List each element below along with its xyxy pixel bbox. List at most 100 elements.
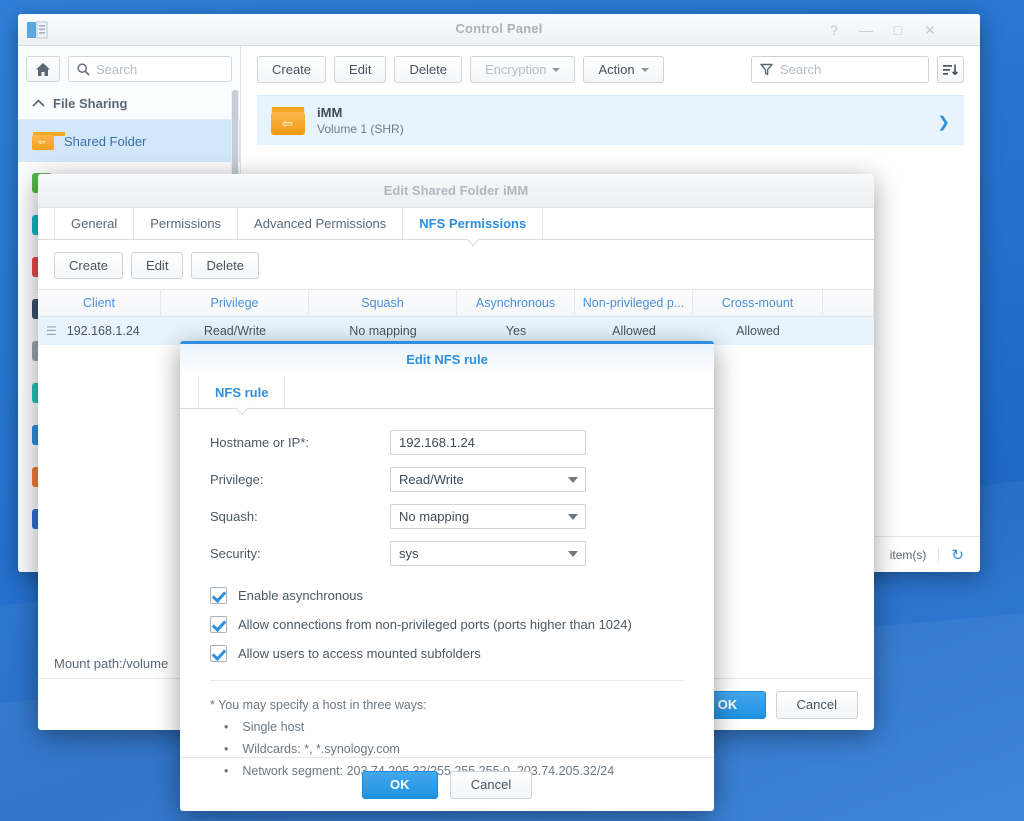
bullet-icon: • — [224, 719, 229, 734]
field-security: Security: sys — [210, 538, 684, 569]
checkbox-allow-non-privileged-ports[interactable]: Allow connections from non-privileged po… — [210, 610, 684, 639]
checkbox-label: Enable asynchronous — [238, 588, 364, 603]
minimize-button[interactable]: — — [856, 20, 876, 40]
edit-nfs-rule-titlebar[interactable]: Edit NFS rule — [180, 344, 714, 377]
column-header-non-privileged-ports[interactable]: Non-privileged p... — [575, 290, 693, 316]
shared-folder-icon: ⇦ — [271, 106, 305, 135]
item-count-label: item(s) — [889, 547, 927, 562]
edit-button[interactable]: Edit — [334, 56, 387, 83]
folder-text-block: iMM Volume 1 (SHR) — [317, 105, 404, 136]
field-security-label: Security: — [210, 546, 261, 561]
field-hostname-or-ip: Hostname or IP*: 192.168.1.24 — [210, 427, 684, 458]
edit-shared-folder-tabs: General Permissions Advanced Permissions… — [38, 208, 874, 240]
checkbox-enable-asynchronous[interactable]: Enable asynchronous — [210, 581, 684, 610]
chevron-down-icon[interactable]: ❯ — [937, 113, 950, 131]
tab-advanced-permissions[interactable]: Advanced Permissions — [238, 208, 404, 239]
maximize-button[interactable]: □ — [888, 20, 908, 40]
sidebar-search-bar: Search — [18, 46, 240, 90]
checkbox-label: Allow users to access mounted subfolders — [238, 646, 481, 661]
edit-nfs-rule-footer: OK Cancel — [180, 757, 714, 811]
nfs-rules-table: Client Privilege Squash Asynchronous Non… — [38, 289, 874, 345]
encryption-label: Encryption — [485, 62, 547, 77]
edit-nfs-rule-title: Edit NFS rule — [406, 352, 488, 367]
field-squash-label: Squash: — [210, 509, 258, 524]
checkbox-allow-mounted-subfolders[interactable]: Allow users to access mounted subfolders — [210, 639, 684, 668]
folder-name: iMM — [317, 105, 343, 120]
esf-cancel-button[interactable]: Cancel — [775, 690, 858, 719]
filter-icon — [760, 63, 773, 76]
squash-select[interactable]: No mapping — [390, 504, 586, 529]
chevron-down-icon — [568, 513, 578, 520]
shared-folder-toolbar: Create Edit Delete Encryption Action Sea… — [241, 46, 980, 91]
search-icon — [77, 62, 90, 76]
close-button[interactable]: ✕ — [920, 20, 940, 40]
nfs-create-button[interactable]: Create — [54, 252, 124, 279]
drag-handle-icon[interactable]: ☰ — [46, 317, 57, 345]
sidebar-item-label: Shared Folder — [64, 133, 147, 149]
field-squash: Squash: No mapping — [210, 501, 684, 532]
sidebar-section-file-sharing[interactable]: File Sharing — [18, 90, 240, 120]
chevron-down-icon — [640, 67, 649, 72]
cell-filler — [823, 317, 874, 345]
edit-nfs-rule-tabs: NFS rule — [180, 377, 714, 409]
chevron-down-icon — [568, 476, 578, 483]
security-select[interactable]: sys — [390, 541, 586, 566]
home-button[interactable] — [26, 56, 60, 82]
edit-nfs-rule-dialog: Edit NFS rule NFS rule Hostname or IP*: … — [180, 341, 714, 811]
delete-button[interactable]: Delete — [394, 56, 463, 83]
encryption-menu-button[interactable]: Encryption — [470, 56, 576, 83]
tab-general[interactable]: General — [54, 208, 135, 239]
nfs-edit-button[interactable]: Edit — [131, 252, 184, 279]
tab-nfs-permissions[interactable]: NFS Permissions — [403, 208, 544, 239]
folder-volume: Volume 1 (SHR) — [317, 122, 404, 136]
create-button[interactable]: Create — [257, 56, 327, 83]
sidebar-item-shared-folder[interactable]: ⇦ Shared Folder — [18, 120, 240, 162]
sort-descending-icon — [943, 64, 958, 75]
column-header-filler — [823, 290, 874, 316]
squash-value: No mapping — [399, 509, 470, 524]
nfs-table-header: Client Privilege Squash Asynchronous Non… — [38, 289, 874, 317]
home-icon — [36, 62, 50, 76]
privilege-value: Read/Write — [399, 472, 464, 487]
chevron-down-icon — [552, 67, 561, 72]
tab-nfs-rule[interactable]: NFS rule — [198, 377, 286, 408]
sort-button[interactable] — [937, 56, 964, 83]
column-header-cross-mount[interactable]: Cross-mount — [693, 290, 823, 316]
folder-search-placeholder: Search — [780, 62, 822, 77]
statusbar-divider — [938, 546, 940, 563]
sidebar-search-input[interactable]: Search — [68, 56, 232, 82]
folder-search-input[interactable]: Search — [751, 56, 929, 83]
field-privilege-label: Privilege: — [210, 472, 264, 487]
nfs-rule-form: Hostname or IP*: 192.168.1.24 Privilege:… — [180, 409, 714, 668]
refresh-icon[interactable]: ↻ — [951, 546, 964, 564]
nfs-delete-button[interactable]: Delete — [191, 252, 260, 279]
checkbox-label: Allow connections from non-privileged po… — [238, 617, 632, 632]
checkbox-icon[interactable] — [210, 587, 227, 604]
column-header-client[interactable]: Client — [38, 290, 161, 316]
nfs-cancel-button[interactable]: Cancel — [449, 770, 533, 799]
hostname-input[interactable]: 192.168.1.24 — [390, 430, 586, 455]
column-header-privilege[interactable]: Privilege — [161, 290, 309, 316]
column-header-asynchronous[interactable]: Asynchronous — [457, 290, 575, 316]
sidebar-section-label: File Sharing — [53, 96, 128, 111]
checkbox-icon[interactable] — [210, 645, 227, 662]
tab-permissions[interactable]: Permissions — [134, 208, 239, 239]
control-panel-titlebar[interactable]: Control Panel ? — □ ✕ — [18, 14, 980, 46]
column-header-squash[interactable]: Squash — [309, 290, 457, 316]
list-item: • Single host — [210, 717, 684, 739]
form-gap — [210, 569, 684, 581]
nfs-ok-button[interactable]: OK — [361, 770, 438, 799]
edit-shared-folder-title: Edit Shared Folder iMM — [383, 183, 529, 198]
checkbox-icon[interactable] — [210, 616, 227, 633]
action-label: Action — [598, 62, 635, 77]
note-heading: * You may specify a host in three ways: — [210, 698, 427, 712]
note-bullet-text: Single host — [242, 719, 305, 734]
privilege-select[interactable]: Read/Write — [390, 467, 586, 492]
shared-folder-list-item[interactable]: ⇦ iMM Volume 1 (SHR) ❯ — [257, 95, 964, 145]
shared-folder-icon: ⇦ — [32, 132, 66, 150]
edit-shared-folder-titlebar[interactable]: Edit Shared Folder iMM — [38, 174, 874, 208]
help-button[interactable]: ? — [824, 20, 844, 40]
action-menu-button[interactable]: Action — [583, 56, 664, 83]
field-hostname-label: Hostname or IP*: — [210, 435, 309, 450]
chevron-up-icon — [32, 99, 45, 107]
